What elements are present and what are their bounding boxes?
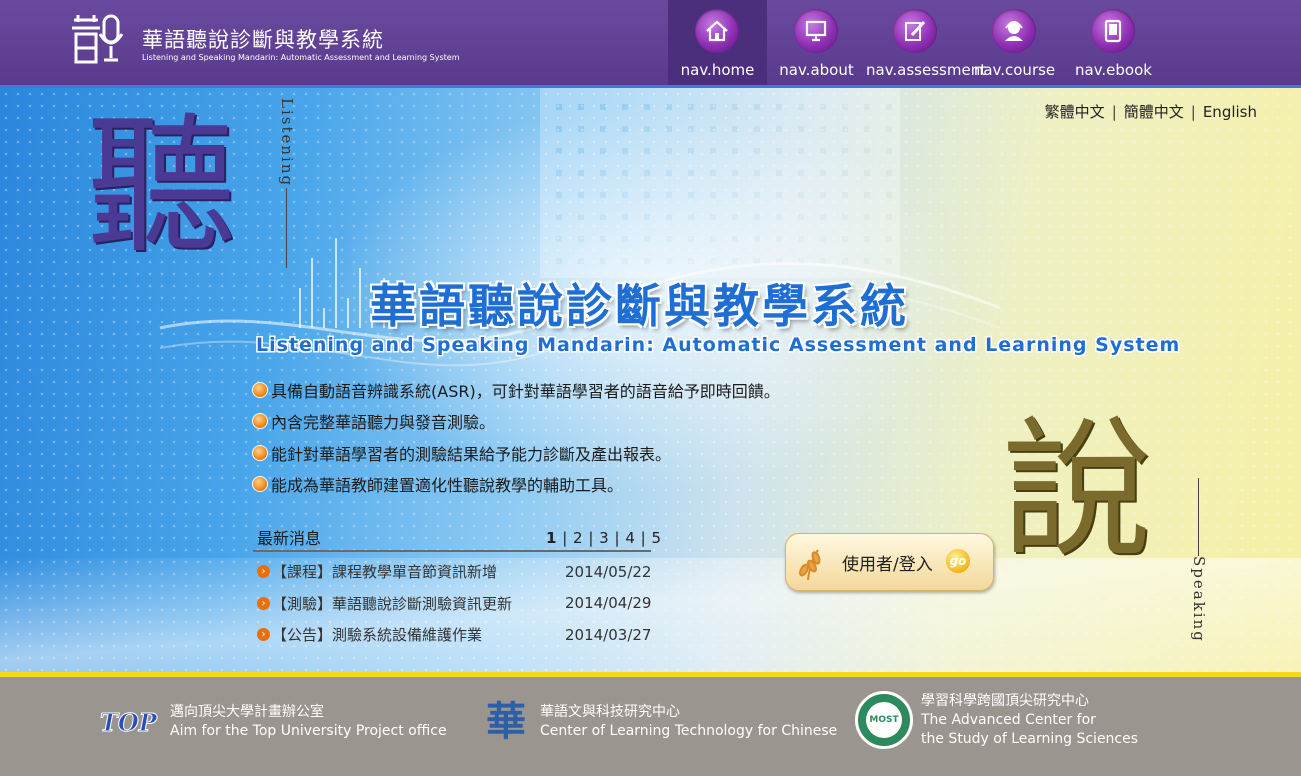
news-heading: 最新消息 bbox=[257, 529, 322, 548]
news-date: 2014/03/27 bbox=[565, 625, 652, 644]
arrow-right-icon: › bbox=[257, 565, 270, 579]
nav-course-label: nav.course bbox=[973, 61, 1056, 79]
arrow-right-icon: › bbox=[257, 628, 270, 642]
page-link-3[interactable]: 3 bbox=[599, 529, 609, 547]
page-link-1[interactable]: 1 bbox=[546, 529, 556, 547]
monitor-icon bbox=[794, 9, 838, 53]
edit-icon bbox=[893, 9, 937, 53]
partner-top-en: Aim for the Top University Project offic… bbox=[170, 723, 447, 739]
nav-about-label: nav.about bbox=[779, 61, 854, 79]
hero-title-en: Listening and Speaking Mandarin: Automat… bbox=[256, 334, 1181, 356]
feature-item: 能成為華語教師建置適化性聽說教學的輔助工具。 bbox=[253, 469, 780, 501]
partner-lsc-en-1: The Advanced Center for bbox=[921, 711, 1096, 728]
feature-text: 具備自動語音辨識系統(ASR)，可針對華語學習者的語音給予即時回饋。 bbox=[271, 381, 780, 401]
arrow-right-icon: › bbox=[257, 596, 270, 610]
partner-top-text: 邁向頂尖大學計畫辦公室 Aim for the Top University P… bbox=[170, 703, 447, 741]
site-logo[interactable] bbox=[68, 12, 132, 70]
news-divider bbox=[253, 550, 651, 552]
go-icon: go bbox=[946, 549, 970, 573]
lang-simplified[interactable]: 簡體中文 bbox=[1124, 103, 1184, 121]
page-link-4[interactable]: 4 bbox=[625, 529, 635, 547]
nav-about[interactable]: nav.about bbox=[767, 0, 866, 85]
news-item[interactable]: › 【公告】測驗系統設備維護作業 2014/03/27 bbox=[257, 619, 657, 651]
lsc-logo-icon: MOST bbox=[855, 691, 913, 749]
home-icon bbox=[695, 9, 739, 53]
language-switcher: 繁體中文 | 簡體中文 | English bbox=[1045, 101, 1257, 122]
clt-logo-icon: 華 bbox=[486, 698, 526, 745]
nav-ebook-label: nav.ebook bbox=[1075, 61, 1152, 79]
news-pagination: 1 | 2 | 3 | 4 | 5 bbox=[546, 529, 661, 547]
news-item[interactable]: › 【測驗】華語聽說診斷測驗資訊更新 2014/04/29 bbox=[257, 588, 657, 620]
user-headset-icon bbox=[992, 9, 1036, 53]
partner-lsc-text: 學習科學跨國頂尖研究中心 The Advanced Center for the… bbox=[921, 692, 1138, 749]
nav-assessment[interactable]: nav.assessment bbox=[866, 0, 987, 85]
news-date: 2014/05/22 bbox=[565, 562, 652, 581]
partner-lsc-zh: 學習科學跨國頂尖研究中心 bbox=[921, 692, 1089, 709]
feature-item: 能針對華語學習者的測驗結果給予能力診斷及產出報表。 bbox=[253, 437, 780, 469]
news-title[interactable]: 【課程】課程教學單音節資訊新增 bbox=[272, 561, 497, 582]
lang-traditional[interactable]: 繁體中文 bbox=[1045, 103, 1105, 121]
page-link-2[interactable]: 2 bbox=[573, 529, 583, 547]
wheat-icon bbox=[799, 549, 821, 581]
lang-separator: | bbox=[1111, 103, 1117, 121]
partner-lsc[interactable]: MOST 學習科學跨國頂尖研究中心 The Advanced Center fo… bbox=[855, 691, 1138, 749]
nav-home[interactable]: nav.home bbox=[668, 0, 767, 85]
feature-list: 具備自動語音辨識系統(ASR)，可針對華語學習者的語音給予即時回饋。 內含完整華… bbox=[253, 374, 780, 500]
speaking-line bbox=[1198, 478, 1199, 556]
speaking-label: Speaking bbox=[1190, 556, 1208, 643]
listening-character: 聽 bbox=[86, 100, 237, 274]
partner-clt[interactable]: 華 華語文與科技研究中心 Center of Learning Technolo… bbox=[480, 699, 837, 745]
partner-top[interactable]: TOP 邁向頂尖大學計畫辦公室 Aim for the Top Universi… bbox=[98, 703, 447, 741]
site-title-en: Listening and Speaking Mandarin: Automat… bbox=[142, 53, 460, 62]
login-button[interactable]: 使用者/登入 go bbox=[785, 533, 994, 591]
nav-assessment-label: nav.assessment bbox=[866, 61, 987, 79]
site-header: 華語聽說診斷與教學系統 Listening and Speaking Manda… bbox=[0, 0, 1301, 85]
lsc-logo-inner: MOST bbox=[866, 702, 902, 738]
listening-label: Listening bbox=[278, 98, 296, 188]
speaking-character: 說 bbox=[1002, 404, 1153, 578]
feature-text: 內含完整華語聽力與發音測驗。 bbox=[271, 413, 496, 433]
partner-lsc-en-2: the Study of Learning Sciences bbox=[921, 730, 1139, 747]
lang-english[interactable]: English bbox=[1203, 103, 1257, 121]
bullet-icon bbox=[253, 477, 267, 492]
news-date: 2014/04/29 bbox=[565, 594, 652, 613]
nav-home-label: nav.home bbox=[680, 61, 755, 79]
feature-text: 能成為華語教師建置適化性聽說教學的輔助工具。 bbox=[271, 476, 624, 496]
news-title[interactable]: 【測驗】華語聽說診斷測驗資訊更新 bbox=[272, 593, 512, 614]
bullet-icon bbox=[253, 382, 267, 397]
partner-clt-zh: 華語文與科技研究中心 bbox=[540, 704, 680, 720]
bullet-icon bbox=[253, 414, 267, 429]
nav-course[interactable]: nav.course bbox=[965, 0, 1064, 85]
listening-line bbox=[286, 188, 287, 268]
svg-text:TOP: TOP bbox=[100, 708, 158, 736]
tablet-icon bbox=[1091, 9, 1135, 53]
nav-ebook[interactable]: nav.ebook bbox=[1064, 0, 1163, 85]
login-label: 使用者/登入 bbox=[842, 555, 933, 575]
feature-item: 內含完整華語聽力與發音測驗。 bbox=[253, 406, 780, 438]
bullet-icon bbox=[253, 445, 267, 460]
news-list: › 【課程】課程教學單音節資訊新增 2014/05/22 › 【測驗】華語聽說診斷測驗… bbox=[257, 556, 657, 651]
partner-top-zh: 邁向頂尖大學計畫辦公室 bbox=[170, 704, 324, 720]
top-logo-icon: TOP bbox=[100, 708, 159, 736]
news-title[interactable]: 【公告】測驗系統設備維護作業 bbox=[272, 624, 482, 645]
site-footer: TOP 邁向頂尖大學計畫辦公室 Aim for the Top Universi… bbox=[0, 677, 1301, 776]
partner-clt-en: Center of Learning Technology for Chines… bbox=[540, 723, 838, 739]
partner-clt-text: 華語文與科技研究中心 Center of Learning Technology… bbox=[540, 703, 837, 741]
news-item[interactable]: › 【課程】課程教學單音節資訊新增 2014/05/22 bbox=[257, 556, 657, 588]
page-link-5[interactable]: 5 bbox=[651, 529, 661, 547]
site-title-zh: 華語聽說診斷與教學系統 bbox=[142, 28, 384, 52]
lang-separator: | bbox=[1190, 103, 1196, 121]
feature-item: 具備自動語音辨識系統(ASR)，可針對華語學習者的語音給予即時回饋。 bbox=[253, 374, 780, 406]
main-nav: nav.home nav.about nav.assessment nav.co… bbox=[668, 0, 1163, 85]
hero-title-zh: 華語聽說診斷與教學系統 bbox=[370, 279, 909, 333]
feature-text: 能針對華語學習者的測驗結果給予能力診斷及產出報表。 bbox=[271, 444, 672, 464]
